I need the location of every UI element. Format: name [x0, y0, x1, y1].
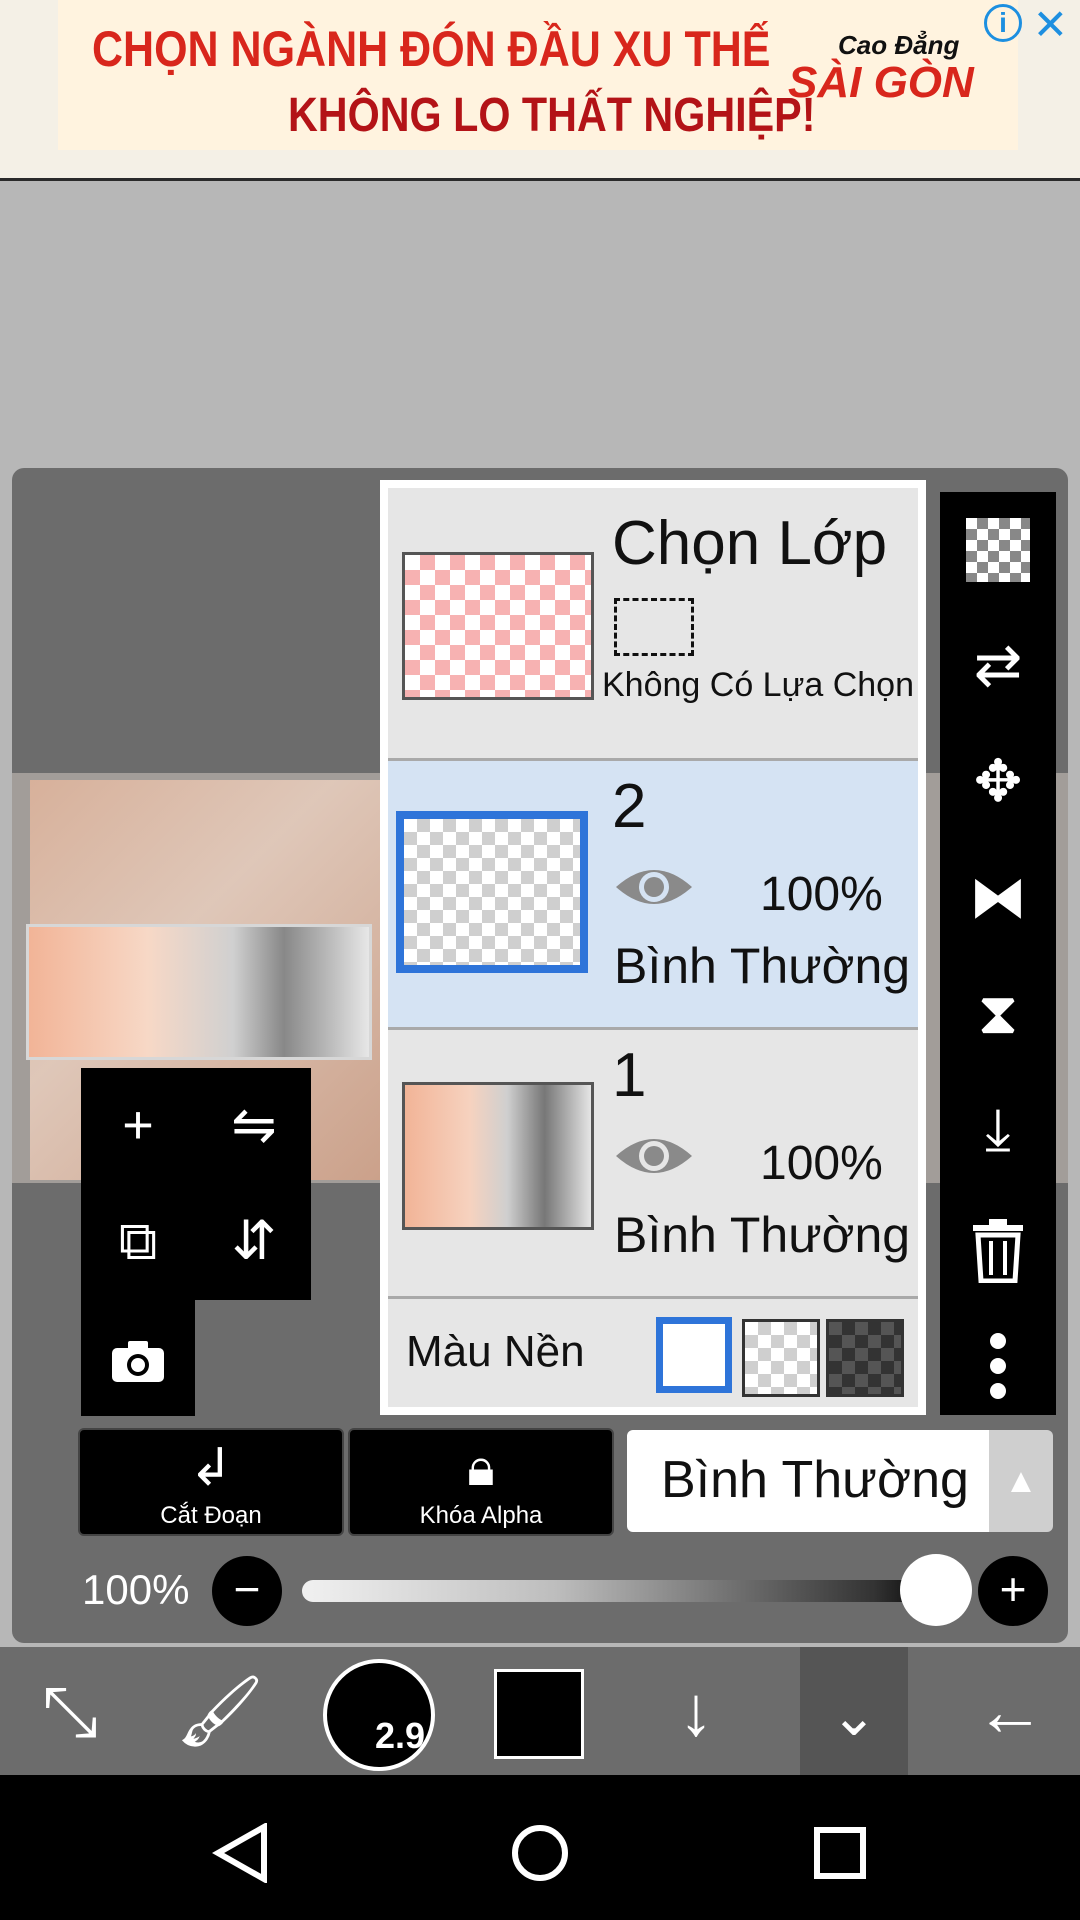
camera-button[interactable] [81, 1300, 195, 1416]
brush-eraser-swap-icon: ⤡ [42, 1672, 98, 1750]
ad-content[interactable]: CHỌN NGÀNH ĐÓN ĐẦU XU THẾ KHÔNG LO THẤT … [58, 0, 1018, 150]
selection-thumbnail [402, 552, 594, 700]
brush-size-value: 2.9 [374, 1715, 425, 1756]
clipping-button[interactable]: ↲ Cắt Đoạn [78, 1428, 344, 1536]
layer-row-1[interactable]: 1 100% Bình Thường [388, 1030, 918, 1296]
camera-icon [81, 1300, 195, 1414]
layer-2-number: 2 [612, 772, 647, 841]
tool-switch-button[interactable]: ⤡ [10, 1647, 130, 1775]
close-icon[interactable]: ✕ [1033, 0, 1068, 49]
nav-back-button[interactable] [165, 1775, 315, 1920]
nav-home-icon [512, 1824, 568, 1881]
flip-horizontal-icon: ⇋ [231, 1095, 277, 1155]
app-toolbar: ⤡ 🖌︎ 2.9 ↓ ⌄ ← [0, 1647, 1080, 1775]
plus-icon: + [122, 1095, 154, 1155]
eye-icon[interactable] [614, 861, 694, 918]
right-toolbar: ⇄ ✥ ⧓ ⧗ ⤓ [940, 492, 1056, 1415]
move-button[interactable]: ✥ [940, 724, 1056, 840]
double-chevron-down-icon: ⌄ [830, 1684, 878, 1747]
no-selection-label: Không Có Lựa Chọn [602, 666, 914, 704]
brush-icon: 🖌︎ [175, 1672, 265, 1750]
nav-recents-button[interactable] [765, 1775, 915, 1920]
ad-headline-line1: CHỌN NGÀNH ĐÓN ĐẦU XU THẾ [92, 21, 771, 77]
layer-1-opacity: 100% [760, 1137, 883, 1190]
bg-dark-swatch[interactable] [826, 1319, 904, 1397]
blend-mode-value: Bình Thường [661, 1451, 969, 1509]
merge-down-icon: ⤓ [985, 1097, 1011, 1162]
arrow-down-button[interactable]: ↓ [636, 1647, 756, 1775]
info-icon[interactable]: i [984, 4, 1022, 42]
flip-horizontal-tool-button[interactable]: ⧓ [940, 840, 1056, 956]
selection-layer-row[interactable]: Chọn Lớp Không Có Lựa Chọn [388, 488, 918, 758]
layers-toggle-button[interactable]: ⌄ [800, 1647, 908, 1775]
clipping-icon: ↲ [189, 1439, 233, 1497]
flip-horizontal-icon: ⧓ [969, 865, 1027, 930]
trash-icon [973, 1218, 1023, 1284]
flip-vertical-button[interactable]: ⇵ [197, 1184, 311, 1298]
add-layer-button[interactable]: + [81, 1068, 195, 1182]
layer-2-thumbnail [396, 811, 588, 973]
nav-home-button[interactable] [465, 1775, 615, 1920]
opacity-value: 100% [82, 1566, 190, 1613]
triangle-up-icon: ▲ [1004, 1462, 1038, 1500]
blend-mode-dropdown-button[interactable]: ▲ [989, 1430, 1053, 1532]
layer-1-number: 1 [612, 1041, 647, 1110]
selection-title: Chọn Lớp [612, 509, 888, 578]
background-color-row: Màu Nền [388, 1299, 918, 1407]
layer-1-thumbnail [402, 1082, 594, 1230]
back-button[interactable]: ← [950, 1647, 1070, 1775]
layer-2-opacity: 100% [760, 868, 883, 921]
brush-size-button[interactable]: 2.9 [323, 1659, 435, 1771]
swap-layers-icon: ⇄ [973, 633, 1023, 698]
move-icon: ✥ [973, 749, 1023, 814]
plus-icon: + [999, 1563, 1027, 1615]
canvas-preview-thumbnail [26, 924, 372, 1060]
color-swatch[interactable] [494, 1669, 584, 1759]
more-options-button[interactable] [940, 1304, 1056, 1420]
merge-down-button[interactable]: ⤓ [940, 1072, 1056, 1188]
duplicate-layer-button[interactable]: ⧉ [81, 1184, 195, 1298]
layer-tool-grid: + ⇋ ⧉ ⇵ [81, 1068, 311, 1300]
alpha-lock-label: Khóa Alpha [419, 1502, 543, 1529]
ad-banner[interactable]: CHỌN NGÀNH ĐÓN ĐẦU XU THẾ KHÔNG LO THẤT … [0, 0, 1080, 181]
alpha-lock-button[interactable]: 🔒︎ Khóa Alpha [348, 1428, 614, 1536]
layer-1-blend-mode: Bình Thường [614, 1207, 911, 1263]
arrow-down-icon: ↓ [678, 1672, 714, 1750]
layer-2-blend-mode: Bình Thường [614, 938, 911, 994]
opacity-slider-knob[interactable] [900, 1554, 972, 1626]
opacity-increase-button[interactable]: + [978, 1556, 1048, 1626]
layer-row-2[interactable]: 2 100% Bình Thường [388, 761, 918, 1027]
ad-brand-main: SÀI GÒN [788, 58, 974, 107]
flip-horizontal-button[interactable]: ⇋ [197, 1068, 311, 1182]
ad-brand-top: Cao Đẳng [838, 30, 960, 60]
flip-vertical-icon: ⧗ [977, 981, 1019, 1046]
nav-recents-icon [814, 1826, 866, 1879]
background-label: Màu Nền [406, 1327, 585, 1376]
flip-vertical-tool-button[interactable]: ⧗ [940, 956, 1056, 1072]
duplicate-layer-icon: ⧉ [118, 1211, 158, 1271]
lock-alpha-icon: 🔒︎ [467, 1439, 495, 1497]
more-vertical-icon [990, 1332, 1006, 1399]
clipping-label: Cắt Đoạn [160, 1502, 262, 1529]
bg-transparent-swatch[interactable] [742, 1319, 820, 1397]
bg-white-swatch[interactable] [656, 1317, 732, 1393]
delete-layer-button[interactable] [940, 1188, 1056, 1304]
flip-vertical-icon: ⇵ [231, 1211, 277, 1271]
layers-panel: Chọn Lớp Không Có Lựa Chọn 2 100% Bình T… [380, 480, 926, 1415]
brush-tool-button[interactable]: 🖌︎ [160, 1647, 280, 1775]
swap-layer-button[interactable]: ⇄ [940, 608, 1056, 724]
eye-icon[interactable] [614, 1130, 694, 1187]
nav-back-icon [211, 1821, 267, 1884]
minus-icon: − [233, 1563, 261, 1615]
system-nav-bar [0, 1775, 1080, 1920]
checkerboard-icon [966, 518, 1030, 582]
blend-mode-select[interactable]: Bình Thường [627, 1430, 989, 1532]
opacity-decrease-button[interactable]: − [212, 1556, 282, 1626]
ad-headline-line2: KHÔNG LO THẤT NGHIỆP! [288, 89, 816, 142]
no-selection-icon [614, 598, 694, 656]
arrow-left-icon: ← [975, 1672, 1045, 1750]
transparency-button[interactable] [940, 492, 1056, 608]
opacity-slider[interactable] [302, 1580, 938, 1602]
